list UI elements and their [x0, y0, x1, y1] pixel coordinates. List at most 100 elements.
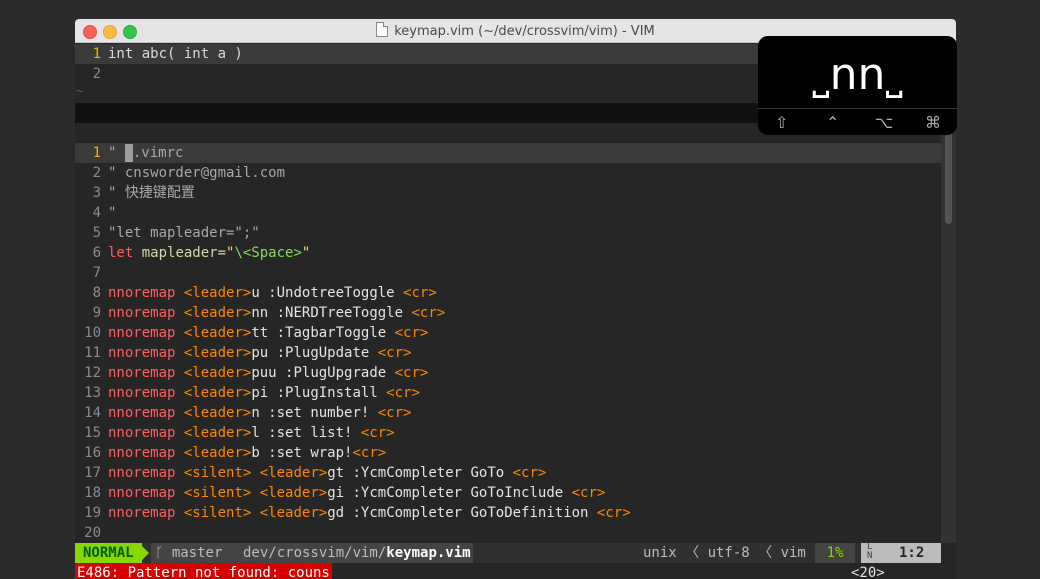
statusline: NORMAL ᚴ master dev/crossvim/vim/keymap.… [75, 543, 941, 563]
code-token: nnoremap [108, 405, 176, 421]
code-token: nnoremap [108, 385, 176, 401]
code-token: <leader> [183, 305, 252, 321]
code-token: nnoremap [108, 465, 176, 481]
code-text: nnoremap <leader>u :UndotreeToggle <cr> [108, 283, 437, 303]
code-line[interactable]: 19 nnoremap <silent> <leader>gd :YcmCompl… [75, 503, 941, 523]
code-token: " [301, 245, 311, 261]
code-text: nnoremap <leader>tt :TagbarToggle <cr> [108, 323, 428, 343]
scroll-percent: 1% [815, 543, 855, 563]
code-line[interactable]: 7 [75, 263, 941, 283]
code-token: <leader> [183, 285, 252, 301]
code-text: nnoremap <leader>pu :PlugUpdate <cr> [108, 343, 411, 363]
code-line[interactable]: 9 nnoremap <leader>nn :NERDTreeToggle <cr… [75, 303, 941, 323]
code-line[interactable]: 3 " 快捷键配置 [75, 183, 941, 203]
code-line[interactable]: 11 nnoremap <leader>pu :PlugUpdate <cr> [75, 343, 941, 363]
code-token: <cr> [394, 365, 429, 381]
code-token: let [108, 245, 134, 261]
code-token: \<Space> [234, 245, 302, 261]
line-number: 1 [92, 46, 101, 62]
line-number: 10 [84, 325, 101, 341]
code-line[interactable]: 15 nnoremap <leader>l :set list! <cr> [75, 423, 941, 443]
code-token: <cr> [411, 305, 446, 321]
line-number-symbol: L N [867, 542, 873, 561]
line-number: 20 [84, 525, 101, 541]
code-token: tt :TagbarToggle [251, 325, 395, 341]
line-number: 13 [84, 385, 101, 401]
code-token: nnoremap [108, 305, 176, 321]
line-number: 9 [92, 305, 101, 321]
code-token: <cr> [394, 325, 429, 341]
line-number: 14 [84, 405, 101, 421]
code-token: <leader> [259, 465, 328, 481]
scrollbar-thumb[interactable] [945, 129, 952, 224]
document-icon [376, 22, 389, 37]
command-line[interactable]: E486: Pattern not found: couns <20> [75, 563, 956, 579]
code-line[interactable]: 12 nnoremap <leader>puu :PlugUpgrade <cr> [75, 363, 941, 383]
code-token: <leader> [183, 365, 252, 381]
bottom-editor-pane[interactable]: 1 " .vimrc 2 " cnsworder@gmail.com 3 " 快捷键配置 4… [75, 123, 941, 561]
code-text: nnoremap <leader>b :set wrap!<cr> [108, 443, 386, 463]
line-number: 1 [92, 145, 101, 161]
shift-icon: ⇧ [775, 113, 789, 132]
line-number: 3 [92, 185, 101, 201]
code-token: nnoremap [108, 285, 176, 301]
scrollbar-track[interactable] [941, 123, 956, 543]
code-token: <leader> [183, 445, 252, 461]
code-token: <cr> [571, 485, 606, 501]
code-token: gt :YcmCompleter GoTo [327, 465, 513, 481]
code-line[interactable]: 16 nnoremap <leader>b :set wrap!<cr> [75, 443, 941, 463]
line-number: 6 [92, 245, 101, 261]
code-line[interactable]: 5 "let mapleader=";" [75, 223, 941, 243]
code-token: <leader> [183, 405, 252, 421]
code-token: nnoremap [108, 325, 176, 341]
code-line[interactable]: 20 [75, 523, 941, 543]
code-line[interactable]: 13 nnoremap <leader>pi :PlugInstall <cr> [75, 383, 941, 403]
code-token: puu :PlugUpgrade [251, 365, 395, 381]
code-token: <cr> [386, 385, 420, 401]
code-line[interactable]: 18 nnoremap <silent> <leader>gi :YcmCompl… [75, 483, 941, 503]
code-token: <cr> [360, 425, 395, 441]
code-text: let mapleader="\<Space>" [108, 243, 310, 263]
code-line[interactable]: 14 nnoremap <leader>n :set number! <cr> [75, 403, 941, 423]
code-token: nnoremap [108, 365, 176, 381]
code-token: b :set wrap! [251, 445, 353, 461]
code-line[interactable]: 17 nnoremap <silent> <leader>gt :YcmCompl… [75, 463, 941, 483]
option-icon: ⌥ [875, 113, 894, 132]
code-token: mapleader= [133, 245, 227, 261]
code-token: <silent> [183, 465, 252, 481]
file-dir: dev/crossvim/vim/ [243, 545, 387, 561]
code-text: int abc( int a ) [108, 46, 243, 62]
code-line[interactable]: 10 nnoremap <leader>tt :TagbarToggle <cr> [75, 323, 941, 343]
code-token: pi :PlugInstall [251, 385, 387, 401]
code-text: nnoremap <leader>puu :PlugUpgrade <cr> [108, 363, 428, 383]
code-line[interactable]: 4 " [75, 203, 941, 223]
code-text: nnoremap <silent> <leader>gt :YcmComplet… [108, 463, 546, 483]
code-line[interactable]: 8 nnoremap <leader>u :UndotreeToggle <cr> [75, 283, 941, 303]
line-number: 2 [92, 165, 101, 181]
modifier-bar: ⇧ ⌃ ⌥ ⌘ [758, 108, 957, 136]
code-line[interactable]: 1 " .vimrc [75, 143, 941, 163]
code-line[interactable]: 6 let mapleader="\<Space>" [75, 243, 941, 263]
code-token: n :set number! [251, 405, 378, 421]
code-line[interactable]: 2 " cnsworder@gmail.com [75, 163, 941, 183]
code-token: <cr> [352, 445, 387, 461]
control-icon: ⌃ [826, 113, 840, 132]
code-token: <cr> [403, 285, 437, 301]
line-number: 5 [92, 225, 101, 241]
code-token: nnoremap [108, 505, 176, 521]
line-number: 16 [84, 445, 101, 461]
code-token: nnoremap [108, 445, 176, 461]
code-token: nnoremap [108, 485, 176, 501]
error-message: E486: Pattern not found: couns [75, 563, 332, 579]
code-token: <leader> [183, 345, 252, 361]
file-path: dev/crossvim/vim/keymap.vim [243, 543, 471, 563]
code-text: " 快捷键配置 [108, 183, 195, 203]
code-token: " cnsworder@gmail.com [108, 165, 286, 181]
code-text: " cnsworder@gmail.com [108, 163, 285, 183]
